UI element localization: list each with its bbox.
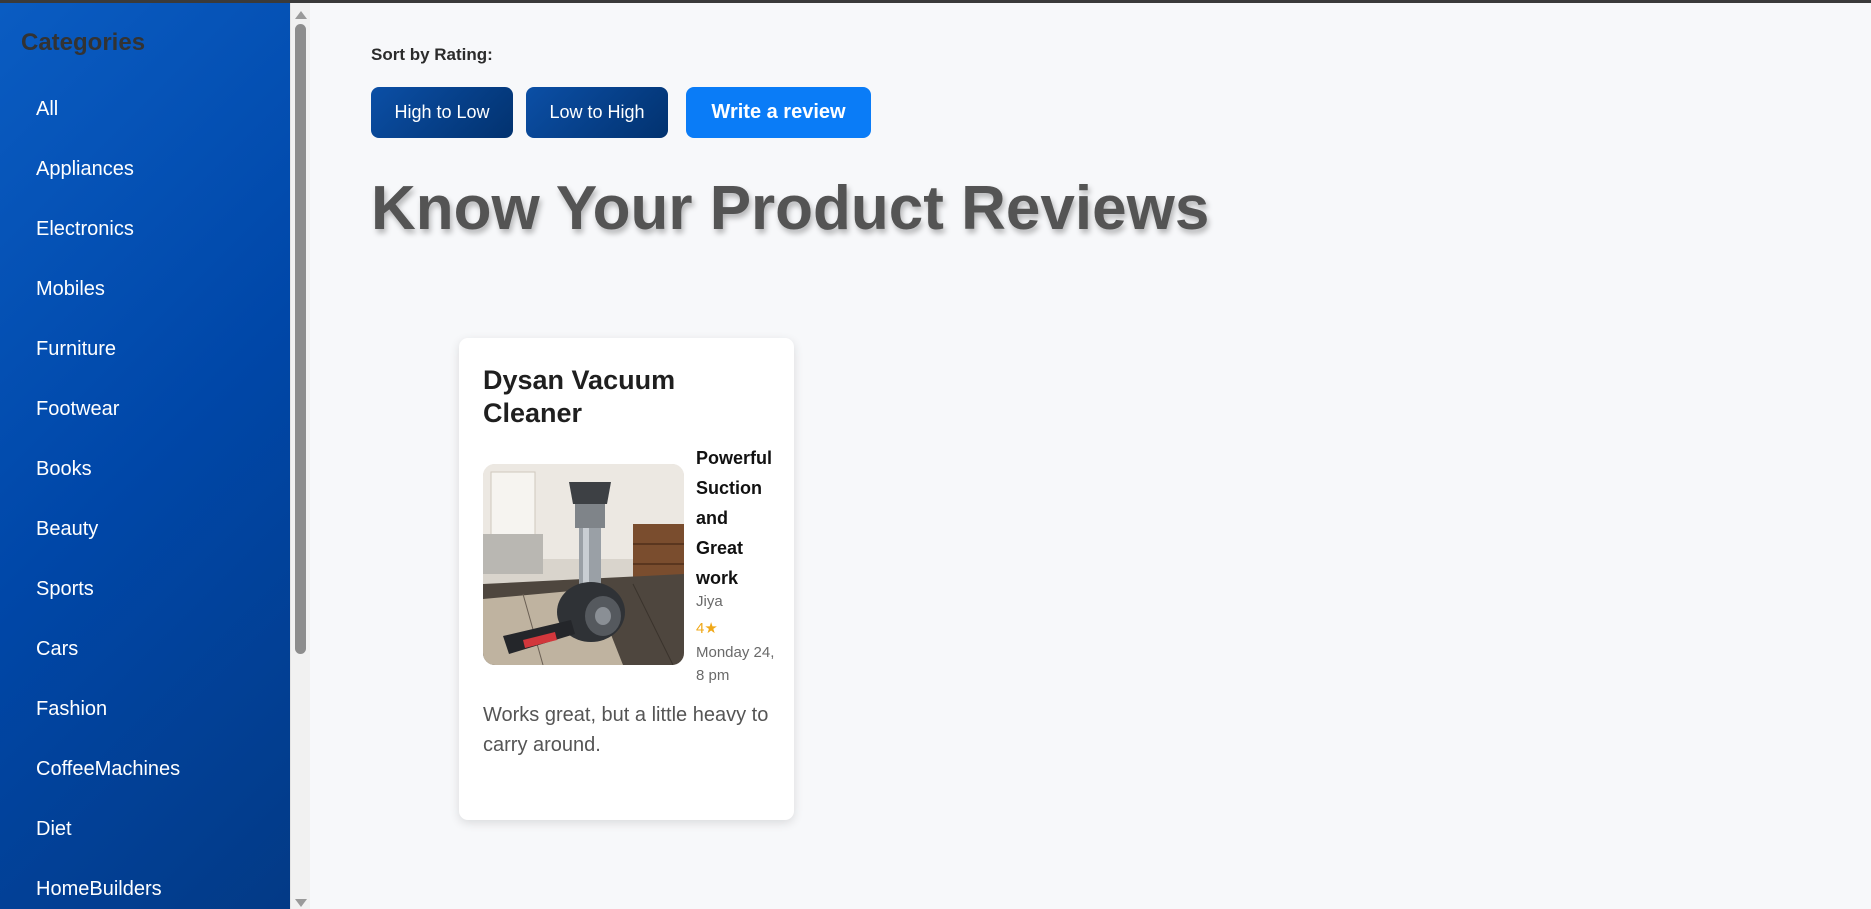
sidebar-item-appliances[interactable]: Appliances (0, 139, 290, 199)
review-text: Works great, but a little heavy to carry… (483, 704, 769, 756)
reviewer-name: Jiya (696, 593, 723, 610)
review-card: Dysan Vacuum Cleaner Powerful Suction an… (459, 338, 794, 820)
sidebar-item-mobiles[interactable]: Mobiles (0, 259, 290, 319)
sidebar-item-electronics[interactable]: Electronics (0, 199, 290, 259)
review-title: Powerful Suction and Great work (696, 448, 773, 588)
page-title: Know Your Product Reviews (371, 174, 1210, 243)
sidebar-heading: Categories (21, 29, 146, 56)
sidebar-item-beauty[interactable]: Beauty (0, 499, 290, 559)
sidebar-item-sports[interactable]: Sports (0, 559, 290, 619)
category-list: All Appliances Electronics Mobiles Furni… (0, 79, 290, 909)
scrollbar-thumb[interactable] (295, 24, 306, 654)
vacuum-cleaner-image (483, 464, 684, 665)
sidebar-item-cars[interactable]: Cars (0, 619, 290, 679)
sidebar-item-homebuilders[interactable]: HomeBuilders (0, 859, 290, 909)
sidebar-item-footwear[interactable]: Footwear (0, 379, 290, 439)
scroll-down-arrow-icon[interactable] (295, 899, 307, 907)
write-review-button[interactable]: Write a review (686, 87, 871, 138)
scroll-up-arrow-icon[interactable] (295, 11, 307, 19)
sort-low-to-high-button[interactable]: Low to High (526, 87, 668, 138)
review-date: Monday 24, 8 pm (696, 644, 775, 684)
sort-high-to-low-button[interactable]: High to Low (371, 87, 513, 138)
sidebar-item-furniture[interactable]: Furniture (0, 319, 290, 379)
sidebar-item-diet[interactable]: Diet (0, 799, 290, 859)
main-content: Sort by Rating: High to Low Low to High … (310, 3, 1871, 909)
category-sidebar: Categories All Appliances Electronics Mo… (0, 3, 290, 909)
sidebar-scrollbar[interactable] (290, 3, 310, 909)
sidebar-item-all[interactable]: All (0, 79, 290, 139)
sidebar-item-books[interactable]: Books (0, 439, 290, 499)
sidebar-item-fashion[interactable]: Fashion (0, 679, 290, 739)
sidebar-item-coffeemachines[interactable]: CoffeeMachines (0, 739, 290, 799)
product-name: Dysan Vacuum Cleaner (483, 365, 676, 428)
sort-label: Sort by Rating: (371, 45, 493, 64)
rating-stars: 4★ (696, 620, 718, 637)
